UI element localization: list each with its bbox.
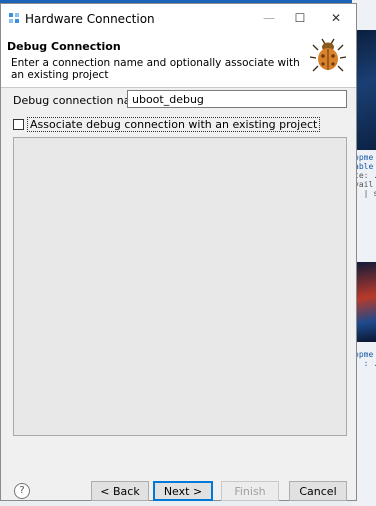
connection-name-input[interactable] (127, 90, 347, 108)
hardware-connection-dialog: Hardware Connection — ☐ ✕ Debug Connecti… (0, 3, 357, 501)
background-text-1: opme able te: . vail ] | s (354, 153, 376, 198)
wizard-header: Debug Connection Enter a connection name… (1, 32, 356, 88)
minimize-button[interactable]: — (254, 8, 284, 28)
page-description: Enter a connection name and optionally a… (11, 57, 300, 81)
dialog-title: Hardware Connection (25, 12, 155, 26)
background-line: opme (354, 153, 374, 162)
background-line: opme (354, 350, 374, 359)
page-title: Debug Connection (7, 40, 121, 53)
help-button[interactable]: ? (14, 483, 30, 499)
background-line: able (354, 162, 374, 171)
next-button[interactable]: Next > (153, 481, 213, 501)
maximize-button[interactable]: ☐ (285, 8, 315, 28)
close-button[interactable]: ✕ (321, 8, 351, 28)
bug-icon (309, 38, 347, 72)
cancel-button[interactable]: Cancel (289, 481, 347, 501)
background-line: vail (354, 180, 374, 189)
associate-project-label[interactable]: Associate debug connection with an exist… (27, 117, 321, 132)
associate-project-checkbox[interactable] (13, 119, 24, 130)
background-line: ] | s (354, 189, 376, 198)
hardware-connection-icon (9, 13, 19, 23)
back-button[interactable]: < Back (91, 481, 149, 501)
dialog-titlebar: Hardware Connection — ☐ ✕ (1, 4, 356, 32)
project-list (13, 137, 347, 436)
background-line: te: . (354, 171, 376, 180)
background-line: . : . (354, 359, 376, 368)
background-text-2: opme . : . (354, 350, 376, 368)
finish-button[interactable]: Finish (221, 481, 279, 501)
